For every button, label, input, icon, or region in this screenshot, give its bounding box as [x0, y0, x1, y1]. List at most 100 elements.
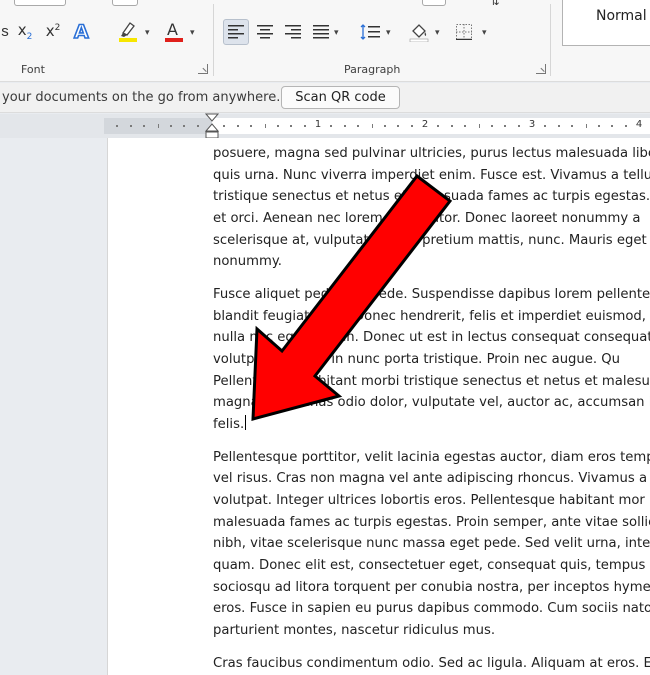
text-line: vel risus. Cras non magna vel ante adipi…	[213, 471, 650, 487]
highlight-color-button[interactable]	[116, 18, 140, 44]
ruler-tick	[383, 125, 386, 127]
ribbon-separator	[550, 4, 551, 76]
highlight-dropdown-chevron-icon[interactable]: ▾	[145, 27, 150, 38]
document-body[interactable]: posuere, magna sed pulvinar ultricies, p…	[213, 143, 650, 675]
align-right-icon	[285, 25, 301, 39]
align-left-icon	[228, 25, 244, 39]
ruler-tick	[290, 125, 293, 127]
justify-button[interactable]	[308, 19, 334, 45]
text-line: tristique senectus et netus et malesuada…	[213, 189, 650, 205]
ribbon: s x2 x2 A ▾ A ▾ Font ⇅ ▾ ▾ ▾ ▾ Paragraph…	[0, 0, 650, 82]
word-window: s x2 x2 A ▾ A ▾ Font ⇅ ▾ ▾ ▾ ▾ Paragraph…	[0, 0, 650, 675]
ruler-number: 2	[421, 119, 429, 130]
ruler-tick	[624, 125, 627, 127]
text-line-end: felis.	[213, 417, 245, 433]
ruler-tick	[143, 125, 146, 127]
show-marks-fragment[interactable]	[422, 0, 446, 6]
ruler-tick	[464, 125, 467, 127]
ruler-number: 3	[528, 119, 536, 130]
text-line: quis urna. Nunc viverra imperdiet enim. …	[213, 167, 650, 183]
shading-bucket-icon	[409, 24, 429, 42]
ruler-number: 4	[635, 119, 643, 130]
shading-button[interactable]	[407, 19, 431, 45]
text-line: sociosqu ad litora torquent per conubia …	[213, 579, 650, 595]
svg-text:A: A	[74, 21, 89, 42]
ruler-tick	[169, 125, 172, 127]
text-effects-button[interactable]: A	[70, 18, 94, 44]
text-cursor	[245, 415, 247, 431]
ruler-tick	[330, 125, 333, 127]
ruler-tick	[196, 125, 199, 127]
scan-qr-code-button[interactable]: Scan QR code	[281, 86, 400, 109]
ruler-tick	[129, 125, 132, 127]
ruler-tick	[303, 125, 306, 127]
text-line: eros. Fusce in sapien eu purus dapibus c…	[213, 601, 650, 617]
text-line: nulla nec eget sapien. Donec ut est in l…	[213, 330, 650, 346]
font-group: s x2 x2 A ▾ A ▾ Font	[0, 0, 213, 82]
ruler-tick	[490, 125, 493, 127]
text-line: scelerisque at, vulputate vitae, pretium…	[213, 232, 647, 248]
shading-dropdown-chevron-icon[interactable]: ▾	[435, 27, 440, 38]
borders-button[interactable]	[452, 19, 476, 45]
superscript-icon: x2	[45, 22, 61, 40]
text-line: felis.	[213, 414, 650, 436]
style-normal-label: Normal	[596, 8, 647, 24]
text-line: Pellentesque habitant morbi tristique se…	[213, 373, 650, 389]
text-line: Pellentesque porttitor, velit lacinia eg…	[213, 449, 650, 465]
paragraph-group: ⇅ ▾ ▾ ▾ ▾ Paragraph	[214, 0, 550, 82]
sort-icon[interactable]: ⇅	[484, 0, 506, 8]
ruler-half-tick	[157, 124, 159, 128]
font-color-button[interactable]: A	[162, 18, 186, 44]
text-line: nibh, vitae scelerisque nunc massa eget …	[213, 536, 650, 552]
font-color-icon: A	[165, 20, 183, 42]
paragraph-dialog-launcher-icon[interactable]	[536, 64, 546, 74]
text-line: parturient montes, nascetur ridiculus mu…	[213, 623, 496, 639]
ruler-tick	[517, 125, 520, 127]
subscript-button[interactable]: x2	[14, 20, 36, 42]
ruler-tick	[223, 125, 226, 127]
ruler-half-tick	[585, 124, 587, 128]
line-spacing-dropdown-chevron-icon[interactable]: ▾	[386, 27, 391, 38]
ruler-tick	[276, 125, 279, 127]
paragraph-group-label: Paragraph	[344, 63, 401, 76]
ruler-tick	[357, 125, 360, 127]
ruler-tick	[450, 125, 453, 127]
align-center-button[interactable]	[252, 19, 278, 45]
ruler-half-tick	[264, 124, 266, 128]
svg-text:A: A	[167, 20, 178, 39]
font-size-down-button[interactable]	[112, 0, 138, 6]
line-spacing-button[interactable]	[357, 19, 383, 45]
justify-dropdown-chevron-icon[interactable]: ▾	[334, 27, 339, 38]
ruler-tick	[397, 125, 400, 127]
ruler-tick	[343, 125, 346, 127]
ruler-half-tick	[371, 124, 373, 128]
text-line: blandit feugiat nulla. Donec hendrerit, …	[213, 308, 646, 324]
text-effects-icon: A	[73, 20, 90, 42]
superscript-button[interactable]: x2	[42, 20, 64, 42]
font-size-box[interactable]	[14, 0, 66, 6]
align-left-button[interactable]	[223, 19, 249, 45]
borders-dropdown-chevron-icon[interactable]: ▾	[482, 27, 487, 38]
text-line: volutpat. Integer ultrices lobortis eros…	[213, 492, 645, 508]
ruler-tick	[437, 125, 440, 127]
notification-message: your documents on the go from anywhere.	[2, 90, 281, 105]
paragraph: Cras faucibus condimentum odio. Sed ac l…	[213, 653, 650, 675]
strikethrough-fragment-icon[interactable]: s	[0, 20, 10, 42]
ruler-tick	[410, 125, 413, 127]
align-right-button[interactable]	[280, 19, 306, 45]
text-line: malesuada fames ac turpis egestas. Proin…	[213, 514, 650, 530]
text-line: magna. Maecenas odio dolor, vulputate ve…	[213, 395, 650, 411]
font-dialog-launcher-icon[interactable]	[198, 64, 208, 74]
highlighter-icon	[119, 22, 137, 42]
align-center-icon	[257, 25, 273, 39]
text-line: nonummy.	[213, 254, 282, 270]
ruler-tick	[557, 125, 560, 127]
ruler-tick	[504, 125, 507, 127]
text-line: Cras faucibus condimentum odio. Sed ac l…	[213, 655, 650, 671]
indent-marker-icon[interactable]	[205, 113, 219, 139]
ruler-tick	[544, 125, 547, 127]
borders-icon	[456, 24, 472, 40]
ruler-tick	[236, 125, 239, 127]
font-color-dropdown-chevron-icon[interactable]: ▾	[190, 27, 195, 38]
ruler-tick	[183, 125, 186, 127]
